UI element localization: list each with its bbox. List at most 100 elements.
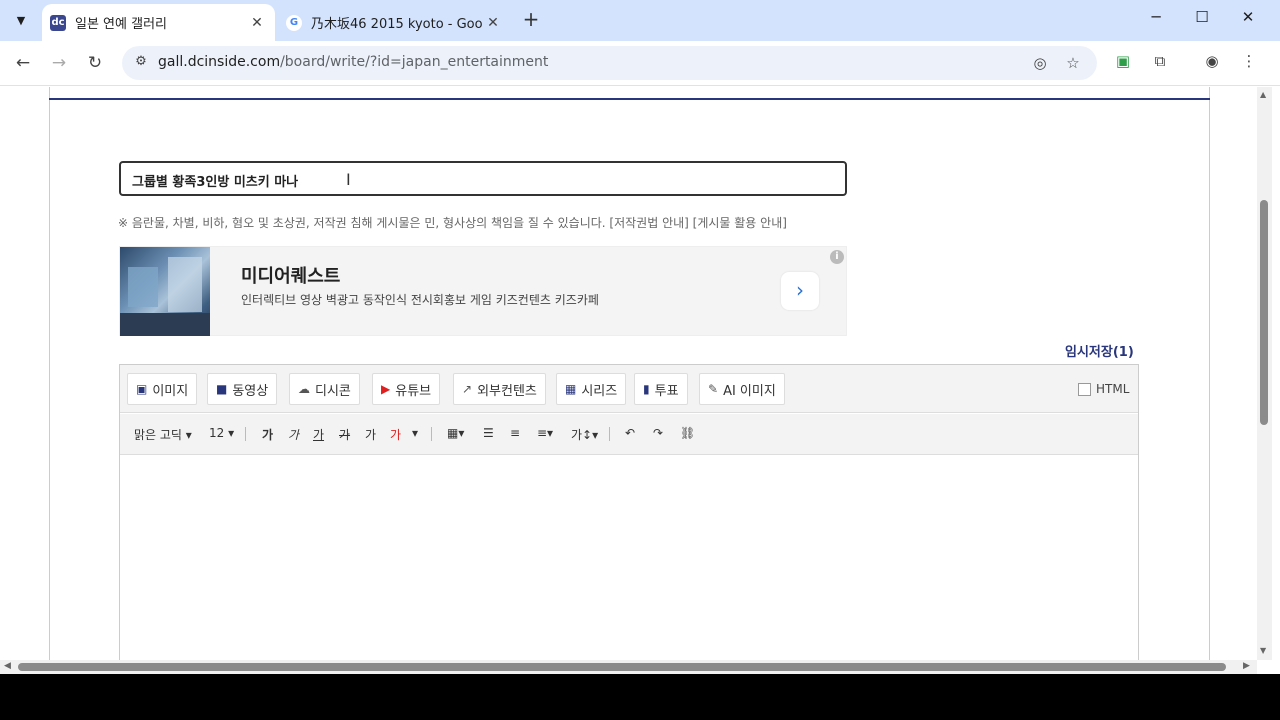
italic-button[interactable]: 가	[288, 426, 299, 443]
horizontal-scrollbar[interactable]: ◀ ▶	[0, 660, 1257, 674]
strikethrough-button[interactable]: 가	[339, 426, 350, 443]
youtube-button[interactable]: ▶ 유튜브	[372, 373, 441, 405]
font-family-value: 맑은 고딕	[134, 428, 182, 442]
editor-format-toolbar: 맑은 고딕 ▾ 12 ▾ 가 가 가 가 가 가 ▾ ▦▾ ☰ ≡ ≡▾ 가↕▾…	[120, 414, 1138, 455]
scroll-down-icon[interactable]: ▼	[1260, 646, 1266, 655]
font-bg-button[interactable]: 가	[365, 426, 376, 443]
divider	[609, 427, 610, 441]
ad-description: 인터렉티브 영상 벽광고 동작인식 전시회홍보 게임 키즈컨텐츠 키즈카페	[241, 293, 599, 307]
url-host: gall.dcinside.com	[158, 54, 281, 70]
browser-window: ▼ dc 일본 연예 갤러리 ✕ G 乃木坂46 2015 kyoto - Go…	[0, 0, 1280, 674]
horizontal-scroll-thumb[interactable]	[18, 663, 1226, 671]
tab-inactive[interactable]: G 乃木坂46 2015 kyoto - Google ✕	[278, 4, 511, 41]
external-link-icon: ↗	[462, 382, 473, 396]
font-color-button[interactable]: 가	[390, 426, 401, 443]
poll-button-label: 투표	[654, 383, 679, 399]
google-favicon-icon: G	[286, 14, 302, 31]
dccon-icon: ☁	[298, 382, 310, 396]
vertical-scrollbar[interactable]: ▲ ▼	[1257, 87, 1272, 660]
editor-attach-toolbar: ▣ 이미지 ■ 동영상 ☁ 디시콘 ▶ 유튜브 ↗ 외부컨텐츠 ▦ 시리즈 ▮ 투표 ✎ AI …	[120, 365, 1138, 413]
subject-input[interactable]: 그룹별 황족3인방 미츠키 마나	[119, 161, 847, 196]
scroll-left-icon[interactable]: ◀	[4, 661, 11, 671]
site-info-icon[interactable]: ⚙	[132, 54, 150, 72]
reload-icon[interactable]: ↻	[83, 52, 107, 76]
line-height-label: 가	[571, 428, 583, 442]
series-grid-icon: ▦	[565, 382, 577, 396]
frame-top-border	[49, 98, 1210, 100]
font-color-dropdown-icon[interactable]: ▾	[412, 426, 418, 440]
external-content-button[interactable]: ↗ 외부컨텐츠	[453, 373, 546, 405]
ai-image-button-label: AI 이미지	[723, 383, 776, 399]
forward-icon[interactable]: →	[47, 52, 71, 76]
tab-close-icon[interactable]: ✕	[483, 15, 503, 31]
numbered-list-icon[interactable]: ≡	[510, 426, 520, 440]
ad-banner[interactable]: 미디어퀘스트 인터렉티브 영상 벽광고 동작인식 전시회홍보 게임 키즈컨텐츠 …	[119, 246, 847, 336]
url-text[interactable]: gall.dcinside.com/board/write/?id=japan_…	[158, 54, 548, 70]
dccon-button[interactable]: ☁ 디시콘	[289, 373, 360, 405]
browser-toolbar: ← → ↻ ⚙ gall.dcinside.com/board/write/?i…	[0, 41, 1280, 86]
profile-icon[interactable]: ◉	[1201, 52, 1223, 74]
html-checkbox[interactable]	[1078, 382, 1091, 396]
ad-chevron-right-icon[interactable]: ›	[781, 272, 819, 310]
image-button-label: 이미지	[152, 383, 189, 399]
font-size-select[interactable]: 12 ▾	[209, 426, 234, 440]
tab-title: 일본 연예 갤러리	[75, 17, 167, 32]
tab-close-icon[interactable]: ✕	[247, 15, 267, 31]
vertical-scroll-thumb[interactable]	[1260, 200, 1268, 425]
ai-image-button[interactable]: ✎ AI 이미지	[699, 373, 785, 405]
editor-content-area[interactable]	[120, 456, 1138, 660]
youtube-button-label: 유튜브	[395, 383, 432, 399]
ad-image[interactable]	[120, 247, 210, 336]
html-toggle[interactable]: HTML	[1078, 382, 1129, 396]
series-button[interactable]: ▦ 시리즈	[556, 373, 627, 405]
poll-chart-icon: ▮	[643, 382, 650, 396]
video-button-label: 동영상	[232, 383, 269, 399]
tab-active[interactable]: dc 일본 연예 갤러리 ✕	[42, 4, 275, 41]
align-icon[interactable]: ≡▾	[537, 426, 553, 440]
table-icon[interactable]: ▦▾	[447, 426, 464, 440]
video-button[interactable]: ■ 동영상	[207, 373, 278, 405]
divider	[245, 427, 246, 441]
series-button-label: 시리즈	[581, 383, 618, 399]
page-content: 그룹별 황족3인방 미츠키 마나 I ※ 음란물, 차별, 비하, 혐오 및 초…	[0, 87, 1257, 660]
extension-green-icon[interactable]: ▣	[1112, 52, 1134, 74]
video-camera-icon: ■	[216, 382, 228, 396]
scroll-right-icon[interactable]: ▶	[1243, 661, 1250, 671]
bold-button[interactable]: 가	[262, 426, 273, 443]
temp-save-link[interactable]: 임시저장(1)	[1065, 341, 1134, 360]
url-path: /board/write/?id=japan_entertainment	[280, 54, 549, 70]
extensions-puzzle-icon[interactable]: ⧉	[1149, 52, 1171, 74]
undo-icon[interactable]: ↶	[625, 426, 635, 440]
address-bar[interactable]: ⚙ gall.dcinside.com/board/write/?id=japa…	[122, 46, 1097, 80]
image-icon: ▣	[136, 382, 148, 396]
tab-strip: ▼ dc 일본 연예 갤러리 ✕ G 乃木坂46 2015 kyoto - Go…	[0, 0, 1280, 41]
bookmark-star-icon[interactable]: ☆	[1063, 54, 1083, 74]
image-button[interactable]: ▣ 이미지	[127, 373, 198, 405]
eye-off-icon[interactable]: ◎	[1030, 54, 1050, 74]
ad-title[interactable]: 미디어퀘스트	[241, 262, 340, 288]
tab-search-chevron-icon[interactable]: ▼	[8, 7, 34, 33]
poll-button[interactable]: ▮ 투표	[634, 373, 688, 405]
close-window-icon[interactable]: ✕	[1237, 8, 1259, 30]
link-icon[interactable]: ⛓	[680, 426, 695, 440]
minimize-icon[interactable]: ─	[1145, 8, 1167, 30]
dccon-button-label: 디시콘	[315, 383, 351, 399]
new-tab-icon[interactable]: +	[520, 9, 542, 31]
redo-icon[interactable]: ↷	[653, 426, 663, 440]
underline-button[interactable]: 가	[313, 426, 324, 443]
font-size-value: 12	[209, 426, 225, 440]
maximize-icon[interactable]: ☐	[1191, 8, 1213, 30]
text-cursor-icon: I	[346, 170, 351, 189]
legal-notice: ※ 음란물, 차별, 비하, 혐오 및 초상권, 저작권 침해 게시물은 민, …	[118, 216, 787, 230]
line-height-button[interactable]: 가↕▾	[571, 426, 598, 443]
menu-kebab-icon[interactable]: ⋮	[1238, 52, 1260, 74]
divider	[431, 427, 432, 441]
back-icon[interactable]: ←	[11, 52, 35, 76]
editor: ▣ 이미지 ■ 동영상 ☁ 디시콘 ▶ 유튜브 ↗ 외부컨텐츠 ▦ 시리즈 ▮ 투표 ✎ AI …	[119, 364, 1139, 660]
ad-info-icon[interactable]: i	[830, 250, 844, 264]
font-family-select[interactable]: 맑은 고딕 ▾	[134, 426, 192, 443]
html-label: HTML	[1096, 382, 1130, 396]
bullet-list-icon[interactable]: ☰	[483, 426, 494, 440]
scroll-up-icon[interactable]: ▲	[1260, 90, 1266, 99]
youtube-icon: ▶	[381, 382, 391, 396]
